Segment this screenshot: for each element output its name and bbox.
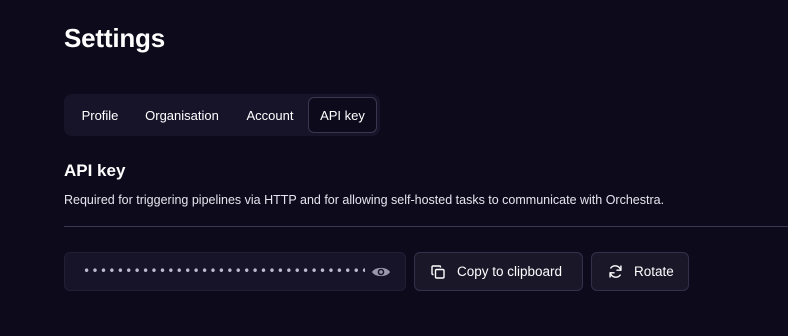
api-key-masked-value: ••••••••••••••••••••••••••••••••••••••••…	[83, 264, 365, 278]
tab-account[interactable]: Account	[232, 97, 308, 133]
page-title: Settings	[64, 23, 165, 53]
settings-tabs: Profile Organisation Account API key	[64, 94, 380, 136]
copy-icon	[430, 264, 446, 280]
rotate-button-label: Rotate	[634, 264, 674, 279]
api-key-field[interactable]: ••••••••••••••••••••••••••••••••••••••••…	[64, 252, 406, 291]
section-description: Required for triggering pipelines via HT…	[64, 193, 665, 207]
copy-to-clipboard-button[interactable]: Copy to clipboard	[414, 252, 583, 291]
refresh-icon	[607, 264, 623, 280]
eye-icon[interactable]	[371, 265, 391, 279]
section-title: API key	[64, 161, 126, 180]
tab-organisation[interactable]: Organisation	[132, 97, 232, 133]
tab-profile[interactable]: Profile	[68, 97, 132, 133]
rotate-button[interactable]: Rotate	[591, 252, 689, 291]
copy-button-label: Copy to clipboard	[457, 264, 563, 279]
tab-api-key[interactable]: API key	[308, 97, 377, 133]
divider	[64, 226, 788, 227]
